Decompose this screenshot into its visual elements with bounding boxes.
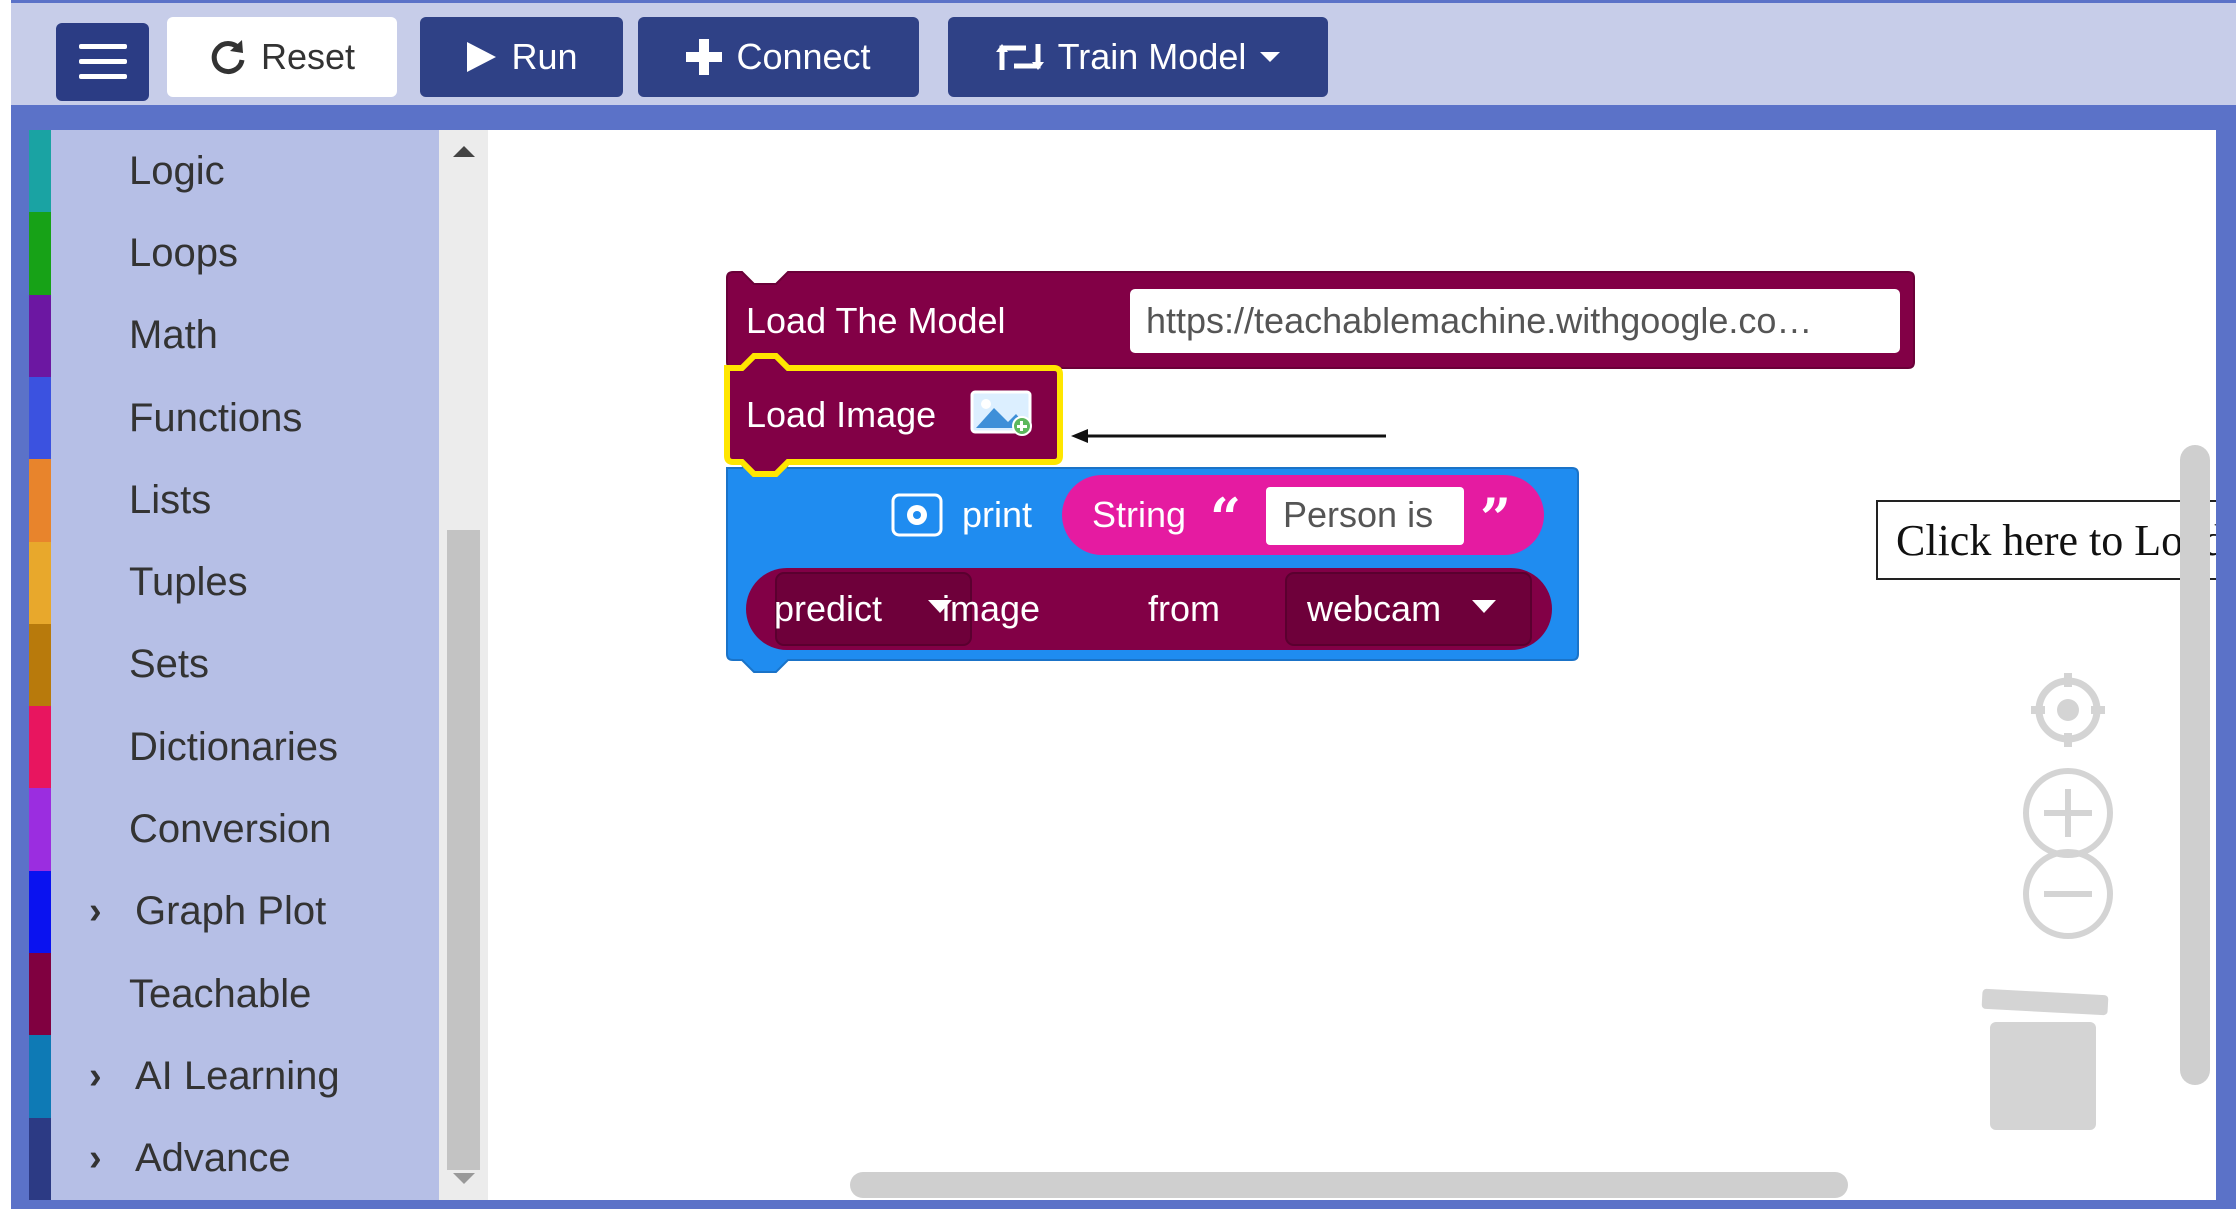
predict-label: predict bbox=[774, 588, 883, 629]
category-color-stripe bbox=[29, 706, 51, 789]
webcam-dropdown-label[interactable]: webcam bbox=[1307, 588, 1441, 630]
run-label: Run bbox=[511, 36, 578, 77]
category-color-stripe bbox=[29, 212, 51, 295]
category-color-stripe bbox=[29, 1035, 51, 1118]
trash-button[interactable] bbox=[1981, 988, 2109, 1130]
reset-button[interactable]: Reset bbox=[167, 17, 397, 97]
callout-text: Click here to Load Image bbox=[1896, 515, 2216, 565]
scroll-up-arrow-icon[interactable] bbox=[453, 146, 475, 157]
toolbox-scrollbar[interactable] bbox=[439, 130, 488, 1200]
category-item-tuples[interactable]: Tuples bbox=[29, 541, 439, 624]
scroll-down-arrow-icon[interactable] bbox=[453, 1173, 475, 1184]
plus-icon bbox=[686, 39, 723, 75]
category-color-stripe bbox=[29, 870, 51, 954]
string-value-text[interactable]: Person is bbox=[1283, 494, 1433, 536]
close-quote-icon: ” bbox=[1480, 486, 1512, 550]
category-color-stripe bbox=[29, 953, 51, 1036]
zoom-in-button[interactable] bbox=[2023, 768, 2113, 858]
recenter-button[interactable] bbox=[2031, 673, 2105, 747]
caret-down-icon bbox=[1260, 52, 1281, 62]
category-item-loops[interactable]: Loops bbox=[29, 212, 439, 295]
menu-button[interactable] bbox=[56, 23, 149, 101]
open-quote-icon: “ bbox=[1210, 486, 1242, 550]
print-block[interactable] bbox=[726, 455, 1579, 673]
from-label: from bbox=[1148, 588, 1220, 629]
arrowhead-icon bbox=[1071, 429, 1088, 443]
model-url-text[interactable]: https://teachablemachine.withgoogle.co… bbox=[1146, 300, 1891, 342]
category-color-stripe bbox=[29, 459, 51, 542]
train-model-button[interactable]: Train Model bbox=[948, 17, 1328, 97]
connect-button[interactable]: Connect bbox=[638, 17, 919, 97]
run-button[interactable]: Run bbox=[420, 17, 623, 97]
category-label: Graph Plot bbox=[135, 889, 327, 934]
load-model-label: Load The Model bbox=[746, 300, 1006, 341]
category-item-graph-plot[interactable]: › Graph Plot bbox=[29, 870, 439, 954]
category-color-stripe bbox=[29, 788, 51, 871]
category-color-stripe bbox=[29, 623, 51, 707]
category-item-conversion[interactable]: Conversion bbox=[29, 788, 439, 871]
zoom-out-button[interactable] bbox=[2023, 849, 2113, 939]
category-label: Math bbox=[129, 313, 218, 358]
category-label: Logic bbox=[129, 148, 225, 193]
category-item-sets[interactable]: Sets bbox=[29, 623, 439, 707]
refresh-icon bbox=[211, 40, 245, 75]
hamburger-icon bbox=[78, 44, 127, 79]
category-label: Tuples bbox=[129, 560, 248, 605]
category-color-stripe bbox=[29, 130, 51, 213]
category-color-stripe bbox=[29, 376, 51, 460]
toolbox-scroll-thumb[interactable] bbox=[447, 530, 480, 1170]
category-item-dictionaries[interactable]: Dictionaries bbox=[29, 706, 439, 789]
blocks-workspace[interactable]: Load The Model https://teachablemachine.… bbox=[488, 130, 2216, 1200]
load-image-label: Load Image bbox=[746, 394, 937, 435]
callout-box: Click here to Load Image bbox=[1876, 500, 2216, 580]
category-toolbox: Logic Loops Math Functions Lists Tuples Sets Di… bbox=[29, 130, 439, 1200]
category-label: Conversion bbox=[129, 807, 332, 852]
category-label: Lists bbox=[129, 477, 212, 522]
category-color-stripe bbox=[29, 294, 51, 377]
category-item-teachable[interactable]: Teachable bbox=[29, 953, 439, 1036]
category-label: Dictionaries bbox=[129, 724, 338, 769]
category-label: Sets bbox=[129, 642, 210, 687]
category-label: Functions bbox=[129, 395, 303, 440]
play-icon bbox=[467, 42, 497, 72]
category-label: Advance bbox=[135, 1136, 291, 1181]
category-item-math[interactable]: Math bbox=[29, 294, 439, 377]
category-label: Loops bbox=[129, 230, 238, 275]
category-item-logic[interactable]: Logic bbox=[29, 130, 439, 213]
connect-label: Connect bbox=[736, 36, 871, 77]
workspace-vertical-scrollbar[interactable] bbox=[2180, 445, 2210, 1085]
train-model-label: Train Model bbox=[1057, 36, 1247, 77]
category-item-advance[interactable]: › Advance bbox=[29, 1117, 439, 1200]
category-color-stripe bbox=[29, 1117, 51, 1200]
image-dropdown-label[interactable]: image bbox=[942, 588, 1040, 630]
workspace-canvas bbox=[724, 271, 2113, 1130]
category-item-functions[interactable]: Functions bbox=[29, 376, 439, 460]
workspace-horizontal-scrollbar[interactable] bbox=[850, 1172, 1848, 1198]
print-label: print bbox=[962, 494, 1033, 535]
chevron-right-icon[interactable]: › bbox=[89, 1137, 102, 1180]
category-label: AI Learning bbox=[135, 1054, 340, 1099]
category-item-lists[interactable]: Lists bbox=[29, 459, 439, 542]
category-color-stripe bbox=[29, 541, 51, 624]
category-label: Teachable bbox=[129, 971, 312, 1016]
image-upload-icon[interactable] bbox=[970, 390, 1032, 436]
string-label: String bbox=[1092, 494, 1187, 535]
retweet-icon bbox=[995, 44, 1044, 70]
chevron-right-icon[interactable]: › bbox=[89, 1055, 102, 1098]
chevron-right-icon[interactable]: › bbox=[89, 890, 102, 933]
category-item-ai-learning[interactable]: › AI Learning bbox=[29, 1035, 439, 1118]
reset-label: Reset bbox=[260, 36, 356, 77]
toolbar: Reset Run Connect Train Model bbox=[11, 3, 2236, 105]
